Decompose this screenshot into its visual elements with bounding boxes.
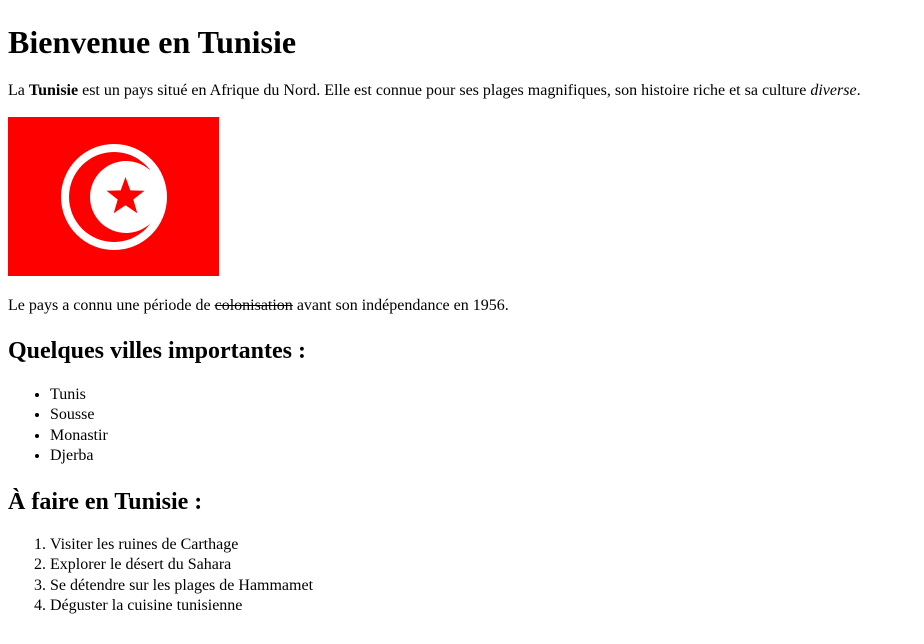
- list-item: Déguster la cuisine tunisienne: [50, 596, 916, 617]
- intro-middle: est un pays situé en Afrique du Nord. El…: [78, 82, 811, 100]
- list-item: Explorer le désert du Sahara: [50, 555, 916, 576]
- intro-prefix: La: [8, 82, 29, 100]
- todo-heading: À faire en Tunisie :: [8, 488, 203, 515]
- intro-country-bold: Tunisie: [28, 82, 79, 100]
- cities-heading: Quelques villes importantes :: [8, 338, 306, 365]
- history-suffix: avant son indépendance en 1956.: [292, 297, 509, 315]
- list-item: Visiter les ruines de Carthage: [50, 535, 916, 556]
- history-prefix: Le pays a connu une période de: [8, 297, 215, 315]
- flag-image: [8, 117, 219, 277]
- cities-list: Tunis Sousse Monastir Djerba: [8, 385, 916, 467]
- page-title: Bienvenue en Tunisie: [8, 24, 297, 60]
- list-item: Monastir: [50, 426, 916, 447]
- list-item: Djerba: [50, 446, 916, 467]
- history-paragraph: Le pays a connu une période de colonisat…: [8, 296, 916, 316]
- list-item: Tunis: [50, 385, 916, 406]
- todo-list: Visiter les ruines de Carthage Explorer …: [8, 535, 916, 617]
- list-item: Sousse: [50, 405, 916, 426]
- tunisia-flag-icon: [8, 117, 219, 277]
- history-struck-word: colonisation: [214, 297, 293, 315]
- intro-paragraph: La Tunisie est un pays situé en Afrique …: [8, 81, 916, 101]
- list-item: Se détendre sur les plages de Hammamet: [50, 576, 916, 597]
- intro-suffix: .: [856, 82, 861, 100]
- intro-culture-italic: diverse: [810, 82, 857, 100]
